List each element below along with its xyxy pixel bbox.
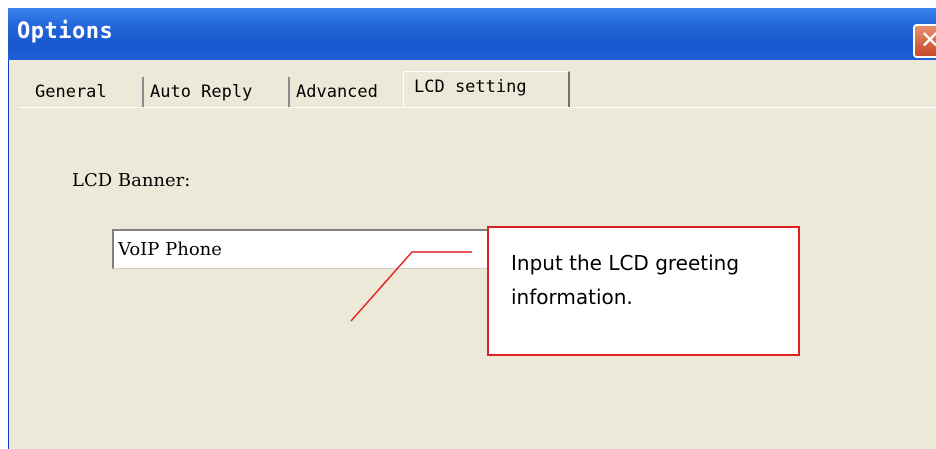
tab-auto-reply[interactable]: Auto Reply [144,77,290,107]
tab-general[interactable]: General [29,77,144,107]
callout-annotation: Input the LCD greeting information. [487,226,800,356]
tab-panel-border [19,107,936,108]
options-window: Options ✕ General Auto Reply Advanced LC… [0,0,936,449]
title-bar[interactable]: Options ✕ [8,8,936,60]
tab-lcd-setting[interactable]: LCD setting [403,71,570,108]
window-title: Options [17,19,114,44]
lcd-banner-input[interactable] [112,229,502,269]
lcd-banner-label: LCD Banner: [72,170,191,191]
tab-advanced[interactable]: Advanced [290,77,403,107]
close-button[interactable]: ✕ [913,24,936,58]
close-icon: ✕ [919,26,936,54]
